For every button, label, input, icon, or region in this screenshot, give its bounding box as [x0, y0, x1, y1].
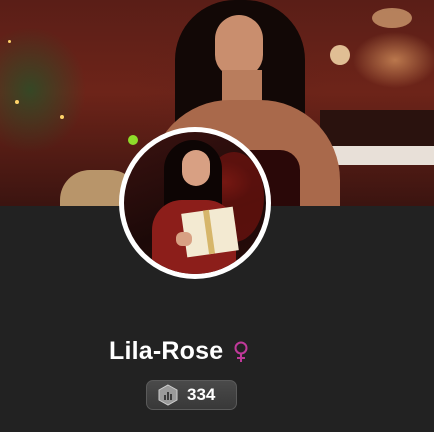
cover-light: [330, 45, 350, 65]
cover-light: [60, 115, 64, 119]
avatar-face: [182, 150, 210, 186]
cover-light: [15, 100, 19, 104]
badge-count: 334: [187, 385, 216, 404]
avatar-hand: [176, 232, 192, 246]
hexagon-level-icon: [158, 384, 178, 406]
cover-face: [215, 15, 263, 77]
cover-light: [8, 40, 11, 43]
profile-name: Lila-Rose: [109, 336, 224, 365]
level-badge[interactable]: 334: [146, 380, 237, 410]
cover-light: [372, 8, 412, 28]
online-status-dot: [128, 135, 138, 145]
avatar[interactable]: [119, 127, 271, 279]
profile-card: Lila-Rose 334: [0, 0, 434, 432]
female-symbol-icon: [234, 341, 248, 362]
cover-piano-body: [320, 110, 434, 146]
profile-name-row: Lila-Rose: [109, 334, 250, 368]
